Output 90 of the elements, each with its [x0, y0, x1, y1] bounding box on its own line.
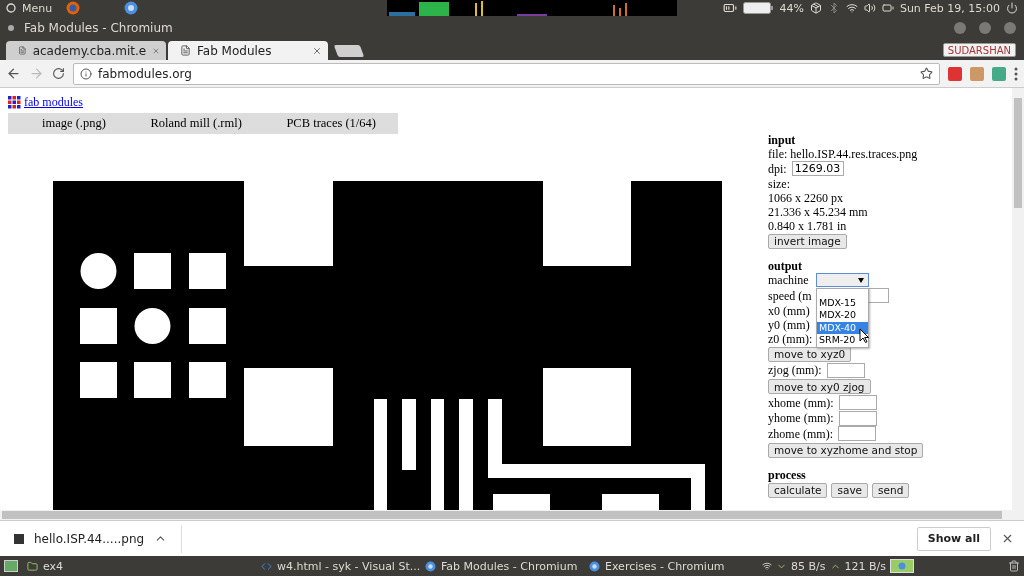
download-speed: 85 B/s — [791, 559, 826, 573]
reload-icon[interactable] — [52, 67, 65, 80]
taskbar-item[interactable]: ex4 — [22, 557, 252, 575]
page-icon — [18, 45, 27, 56]
info-text: y0 (mm) — [768, 317, 810, 332]
battery-icon[interactable] — [881, 2, 894, 14]
action-button[interactable]: move to xy0 zjog — [768, 379, 871, 394]
folder-icon — [27, 560, 38, 572]
window-title: Fab Modules - Chromium — [24, 21, 173, 35]
section-heading: process — [768, 467, 807, 482]
format-label: PCB traces (1/64) — [286, 116, 376, 131]
dropdown-option[interactable]: MDX-20 — [817, 309, 868, 322]
info-text: x0 (mm) — [768, 303, 810, 318]
profile-button[interactable]: SUDARSHAN — [942, 43, 1016, 57]
menu-label[interactable]: Menu — [22, 1, 53, 15]
window-dot-icon — [8, 25, 14, 31]
input-field[interactable] — [838, 426, 876, 442]
clock[interactable]: Sun Feb 19, 15:00 — [899, 1, 1000, 15]
section-heading: input — [768, 133, 797, 147]
close-button[interactable] — [1004, 22, 1016, 34]
page-icon — [180, 45, 191, 56]
upload-speed: 121 B/s — [844, 559, 886, 573]
input-field[interactable] — [826, 362, 865, 378]
extension-icon[interactable] — [992, 66, 1006, 81]
field-label: yhome (mm): — [768, 411, 834, 426]
workspace-switcher[interactable] — [890, 559, 914, 573]
minimize-button[interactable] — [954, 22, 966, 34]
taskbar-item[interactable]: Fab Modules - Chromium — [420, 557, 580, 575]
action-button[interactable]: move to xyzhome and stop — [768, 442, 924, 458]
info-text: size: — [768, 176, 790, 191]
wifi-icon[interactable] — [845, 2, 858, 14]
action-button[interactable]: calculate — [768, 482, 828, 498]
info-text: 0.840 x 1.781 in — [768, 218, 847, 233]
section-heading: output — [768, 258, 803, 273]
battery-bar-icon — [743, 2, 774, 14]
field-label: zjog (mm): — [768, 363, 822, 378]
grid-icon — [8, 96, 21, 109]
menu-icon[interactable] — [6, 3, 16, 13]
field-label: speed (m — [768, 288, 812, 303]
info-text: 21.336 x 45.234 mm — [768, 204, 868, 219]
url-text: fabmodules.org — [98, 66, 193, 81]
battery-percentage: 44% — [779, 1, 804, 15]
address-bar[interactable]: fabmodules.org — [73, 62, 940, 85]
maximize-button[interactable] — [979, 22, 991, 34]
logo-link[interactable]: fab modules — [8, 95, 83, 110]
action-button[interactable]: invert image — [768, 233, 847, 249]
info-icon — [80, 67, 92, 80]
browser-tab[interactable]: Fab Modules — [168, 41, 328, 60]
machine-dropdown[interactable] — [815, 273, 869, 288]
dropdown-caret-icon — [857, 277, 864, 283]
dropdown-option[interactable]: MDX-15 — [817, 296, 868, 309]
volume-icon[interactable] — [863, 2, 876, 14]
taskbar-item[interactable]: Exercises - Chromium — [584, 557, 744, 575]
input-field[interactable] — [838, 395, 877, 411]
show-all-button[interactable]: Show all — [916, 526, 991, 551]
action-button[interactable]: send — [872, 482, 910, 498]
forward-icon[interactable] — [29, 66, 44, 81]
close-icon[interactable] — [1001, 532, 1014, 545]
info-text: 1066 x 2260 px — [768, 190, 843, 205]
format-label: Roland mill (.rml) — [150, 116, 242, 131]
star-icon[interactable] — [920, 67, 933, 80]
code-icon — [261, 560, 272, 572]
box-icon[interactable] — [809, 2, 822, 14]
format-label: image (.png) — [42, 116, 106, 131]
info-text: z0 (mm): — [768, 331, 813, 346]
wifi-icon — [762, 561, 773, 571]
download-filename[interactable]: hello.ISP.44.....png — [34, 531, 145, 546]
extension-icon[interactable] — [948, 66, 962, 81]
vertical-scrollbar[interactable] — [1012, 88, 1024, 510]
extension-icon[interactable] — [970, 66, 984, 81]
file-icon — [14, 533, 24, 544]
horizontal-scrollbar[interactable] — [0, 510, 1024, 520]
new-tab-button[interactable] — [333, 45, 365, 57]
field-label: dpi: — [768, 161, 787, 176]
power-icon[interactable] — [1006, 2, 1018, 14]
input-field[interactable]: 1269.03 — [791, 161, 844, 177]
menu-icon[interactable] — [1014, 66, 1018, 81]
trash-icon[interactable] — [1008, 560, 1020, 572]
desktop-icon[interactable] — [4, 560, 18, 572]
close-icon[interactable] — [312, 45, 322, 56]
info-text: file: hello.ISP.44.res.traces.png — [768, 147, 918, 161]
action-button[interactable]: save — [831, 482, 869, 498]
back-icon[interactable] — [6, 66, 21, 81]
field-label: machine — [768, 273, 809, 288]
browser-tab[interactable]: academy.cba.mit.e — [6, 41, 166, 60]
battery-icon — [723, 1, 738, 15]
field-label: xhome (mm): — [768, 395, 834, 410]
field-label: zhome (mm): — [768, 426, 833, 441]
action-button[interactable]: move to xyz0 — [768, 346, 852, 362]
input-field[interactable] — [838, 410, 877, 426]
